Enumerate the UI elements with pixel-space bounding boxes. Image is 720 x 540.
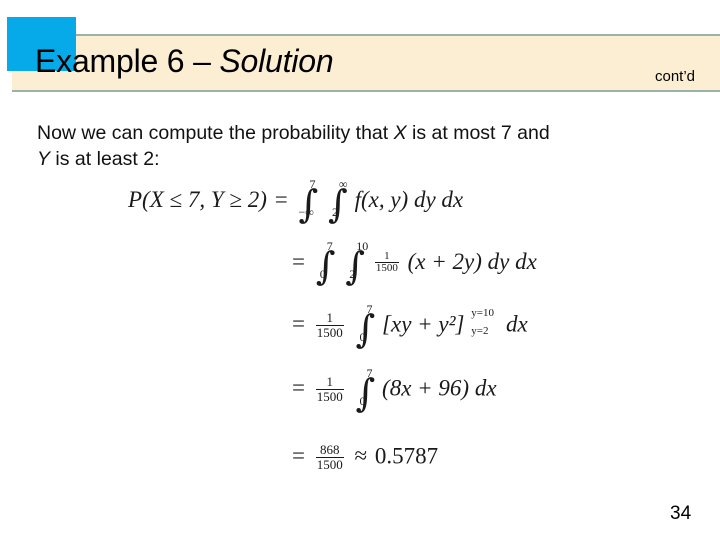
equation-1-lhs: P(X ≤ 7, Y ≥ 2) xyxy=(128,187,267,212)
equation-4-integrand: (8x + 96) xyxy=(382,375,470,401)
body-paragraph: Now we can compute the probability that … xyxy=(37,120,687,172)
fraction-denominator: 1500 xyxy=(374,262,399,275)
equation-4-coefficient-fraction: 1 1500 xyxy=(315,374,344,404)
page-number: 34 xyxy=(670,503,692,524)
equation-2: = ∫ 7 0 ∫ 10 2 1 1500 (x + 2y) dy dx xyxy=(290,240,537,285)
integral-upper-limit: ∞ xyxy=(339,177,348,192)
integral-outer-1: ∫ 7 −∞ xyxy=(298,178,318,223)
integral-inner-1: ∫ ∞ 2 xyxy=(328,178,348,223)
body-line1-part2: is at most 7 and xyxy=(406,122,550,144)
equation-4: = 1 1500 ∫ 7 0 (8x + 96) dx xyxy=(290,367,497,412)
integral-upper-limit: 10 xyxy=(356,239,369,254)
equation-5-result-fraction: 868 1500 xyxy=(315,442,344,472)
equation-1-relation: = xyxy=(274,187,288,212)
equation-2-coefficient-fraction: 1 1500 xyxy=(374,249,399,275)
equation-2-differentials: dy dx xyxy=(487,249,537,274)
fraction-numerator: 1 xyxy=(326,310,333,325)
page-title-italic: Solution xyxy=(219,43,334,79)
equation-2-relation: = xyxy=(292,249,305,274)
integral-lower-limit: 0 xyxy=(359,393,366,408)
equation-5: = 868 1500 ≈ 0.5787 xyxy=(290,442,439,472)
body-line2-part2: is at least 2: xyxy=(50,148,160,170)
fraction-denominator: 1500 xyxy=(315,324,344,340)
integral-upper-limit: 7 xyxy=(326,239,333,254)
evaluation-lower-limit: y=2 xyxy=(471,324,489,337)
equation-4-differentials: dx xyxy=(474,375,497,401)
fraction-numerator: 1 xyxy=(384,249,390,262)
slide-header: Example 6 – Solution cont’d xyxy=(0,0,720,100)
equation-1: P(X ≤ 7, Y ≥ 2) = ∫ 7 −∞ ∫ ∞ 2 f(x, y) d… xyxy=(128,178,464,223)
integral-upper-limit: 7 xyxy=(309,177,316,192)
equation-5-approx-symbol: ≈ xyxy=(354,443,368,469)
integral-lower-limit: 0 xyxy=(319,267,326,282)
integral-lower-limit: 2 xyxy=(332,205,339,220)
body-variable-y: Y xyxy=(37,148,51,170)
equation-3-differentials: dx xyxy=(506,311,528,337)
integral-upper-limit: 7 xyxy=(366,365,373,380)
page-title: Example 6 – Solution xyxy=(35,41,334,81)
integral-lower-limit: 0 xyxy=(359,329,366,344)
integral-inner-2: ∫ 10 2 xyxy=(345,240,368,285)
body-line1-part1: Now we can compute the probability that xyxy=(37,122,394,144)
integral-upper-limit: 7 xyxy=(366,301,373,316)
integral-4: ∫ 7 0 xyxy=(355,367,375,412)
integral-outer-2: ∫ 7 0 xyxy=(316,240,336,285)
equation-1-differentials: dy dx xyxy=(413,187,464,212)
equation-5-relation: = xyxy=(292,443,305,469)
equation-4-relation: = xyxy=(292,375,305,401)
fraction-denominator: 1500 xyxy=(315,456,344,472)
fraction-denominator: 1500 xyxy=(315,388,344,404)
equation-5-value: 0.5787 xyxy=(374,443,439,469)
page-title-regular: Example 6 – xyxy=(35,43,220,79)
equation-3-relation: = xyxy=(292,311,305,337)
equation-1-integrand: f(x, y) xyxy=(354,187,409,212)
body-variable-x: X xyxy=(393,122,407,144)
equation-3-evaluation-limits: y=10 y=2 xyxy=(470,307,500,338)
equation-2-integrand: (x + 2y) xyxy=(407,249,482,274)
fraction-numerator: 868 xyxy=(319,442,340,457)
equation-3: = 1 1500 ∫ 7 0 [xy + y²] y=10 y=2 dx xyxy=(290,303,528,348)
continued-label: cont’d xyxy=(655,68,696,85)
integral-lower-limit: −∞ xyxy=(298,205,314,220)
equation-3-coefficient-fraction: 1 1500 xyxy=(315,310,344,340)
evaluation-upper-limit: y=10 xyxy=(471,306,494,319)
equation-3-bracket-expression: [xy + y²] xyxy=(382,311,465,337)
integral-3: ∫ 7 0 xyxy=(355,303,375,348)
integral-lower-limit: 2 xyxy=(349,267,356,282)
fraction-numerator: 1 xyxy=(326,374,333,389)
